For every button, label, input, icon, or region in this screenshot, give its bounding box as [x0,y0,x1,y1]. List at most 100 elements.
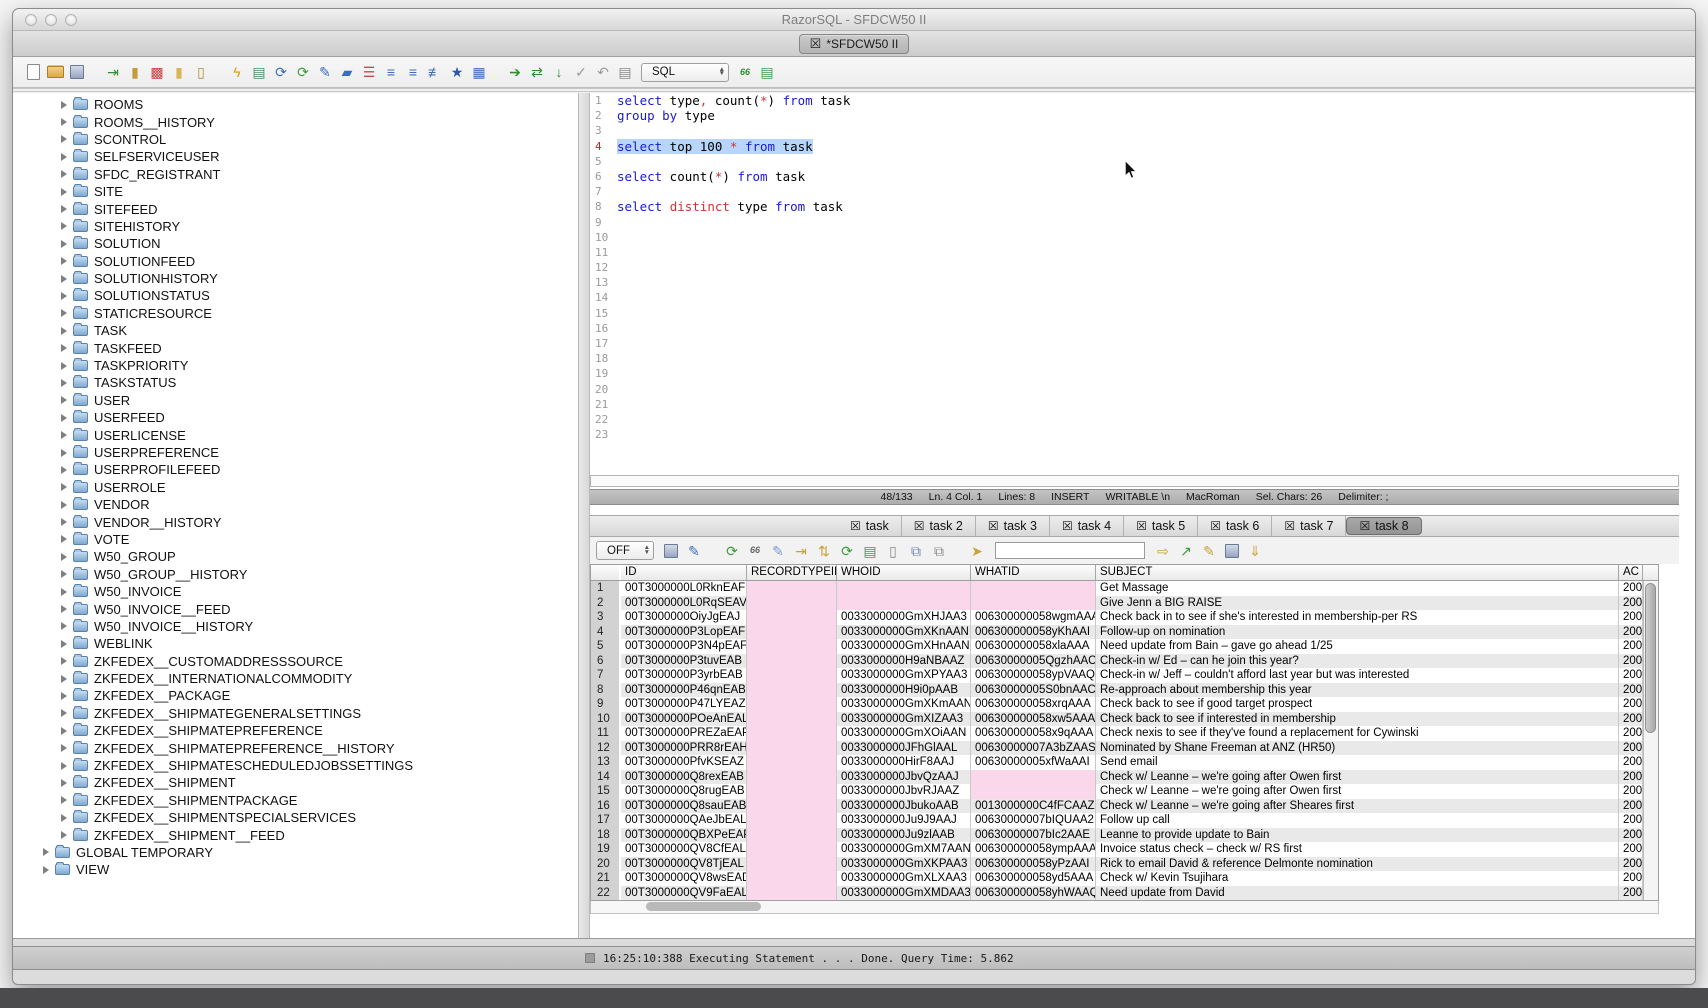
code-line[interactable]: 18 [590,351,1679,366]
tree-item-scontrol[interactable]: SCONTROL [13,131,578,148]
tab-close-icon[interactable]: ☒ [1062,519,1073,533]
code-line[interactable]: 10 [590,230,1679,245]
open-file-icon[interactable] [45,62,65,82]
tree-item-solutionhistory[interactable]: SOLUTIONHISTORY [13,270,578,287]
cell-whatid[interactable]: 006300000058yKhAAI [971,625,1096,640]
disclosure-triangle-icon[interactable] [61,605,67,613]
code-line[interactable]: 17 [590,336,1679,351]
check-syntax-icon[interactable]: ✓ [571,62,591,82]
cell-ac[interactable]: 200 [1619,625,1643,640]
tree-item-sitehistory[interactable]: SITEHISTORY [13,218,578,235]
result-tab-task-4[interactable]: ☒task 4 [1050,516,1124,536]
tree-item-rooms[interactable]: ROOMS [13,96,578,113]
results-vertical-scrollbar[interactable] [1643,581,1658,900]
code-line[interactable]: 22 [590,412,1679,427]
disclosure-triangle-icon[interactable] [61,622,67,630]
cell-whatid[interactable]: 0013000000C4fFCAAZ [971,799,1096,814]
column-header-id[interactable]: ID [621,565,747,580]
disclosure-triangle-icon[interactable] [61,518,67,526]
column-header-whatid[interactable]: WHATID [971,565,1096,580]
table-row[interactable]: 1200T3000000PRR8rEAH0033000000JFhGlAAL00… [591,741,1658,756]
disclosure-triangle-icon[interactable] [61,414,67,422]
cell-id[interactable]: 00T3000000P3N4pEAF [621,639,747,654]
connect-icon[interactable]: ⇥ [103,62,123,82]
tree-item-taskpriority[interactable]: TASKPRIORITY [13,357,578,374]
cell-whatid[interactable]: 006300000058ympAAA [971,842,1096,857]
cell-ac[interactable]: 200 [1619,697,1643,712]
tab-close-icon[interactable]: ☒ [988,519,999,533]
cell-whatid[interactable]: 00630000005QgzhAAC [971,654,1096,669]
cell-ac[interactable]: 200 [1619,842,1643,857]
tree-item-sitefeed[interactable]: SITEFEED [13,200,578,217]
cell-whatid[interactable]: 006300000058yhWAAQ [971,886,1096,901]
help-book-icon[interactable]: ▰ [337,62,357,82]
tree-item-sfdc_registrant[interactable]: SFDC_REGISTRANT [13,166,578,183]
code-line[interactable]: 15 [590,306,1679,321]
code-line[interactable]: 9 [590,215,1679,230]
column-header-ac[interactable]: AC [1619,565,1643,580]
cell-subject[interactable]: Leanne to provide update to Bain [1096,828,1619,843]
cell-recordtypeid[interactable] [747,886,837,901]
cell-whatid[interactable]: 00630000005S0bnAAC [971,683,1096,698]
cell-whoid[interactable]: 0033000000GmXLXAA3 [837,871,971,886]
table-row[interactable]: 2000T3000000QV8TjEAL0033000000GmXKPAA300… [591,857,1658,872]
cell-whoid[interactable]: 0033000000GmXKmAAN [837,697,971,712]
pane-divider-stripe[interactable] [13,88,1695,93]
disclosure-triangle-icon[interactable] [61,501,67,509]
result-tab-task-2[interactable]: ☒task 2 [902,516,976,536]
tree-item-vendor[interactable]: VENDOR [13,496,578,513]
cell-whatid[interactable]: 006300000058wgmAAA [971,610,1096,625]
tree-item-userlicense[interactable]: USERLICENSE [13,426,578,443]
cell-recordtypeid[interactable] [747,871,837,886]
cell-whatid[interactable]: 006300000058xrqAAA [971,697,1096,712]
describe-table-icon[interactable]: ▤ [249,62,269,82]
refresh-icon[interactable]: ⟳ [293,62,313,82]
disclosure-triangle-icon[interactable] [61,431,67,439]
tree-item-w50_invoice[interactable]: W50_INVOICE [13,583,578,600]
disclosure-triangle-icon[interactable] [61,762,67,770]
cell-recordtypeid[interactable] [747,697,837,712]
cell-subject[interactable]: Check w/ Leanne – we're going after Shea… [1096,799,1619,814]
cell-whoid[interactable]: 0033000000GmXM7AAN [837,842,971,857]
split-handle[interactable] [579,88,590,938]
sql-history-icon[interactable]: ☰ [359,62,379,82]
cell-whatid[interactable]: 006300000058ypVAAQ [971,668,1096,683]
cell-subject[interactable]: Check w/ Leanne – we're going after Owen… [1096,784,1619,799]
disclosure-triangle-icon[interactable] [61,101,67,109]
disclosure-triangle-icon[interactable] [61,309,67,317]
cell-whatid[interactable]: 00630000007bIc2AAE [971,828,1096,843]
copy-results-icon[interactable]: ⧉ [906,541,926,561]
tree-item-staticresource[interactable]: STATICRESOURCE [13,305,578,322]
disclosure-triangle-icon[interactable] [61,535,67,543]
vertical-scroll-thumb[interactable] [1645,583,1656,733]
tree-item-taskstatus[interactable]: TASKSTATUS [13,374,578,391]
cell-id[interactable]: 00T3000000P46qnEAB [621,683,747,698]
close-window-button[interactable] [25,14,37,26]
cell-whatid[interactable]: 006300000058yPzAAI [971,857,1096,872]
disclosure-triangle-icon[interactable] [61,588,67,596]
disclosure-triangle-icon[interactable] [61,153,67,161]
disclosure-triangle-icon[interactable] [61,205,67,213]
cell-recordtypeid[interactable] [747,639,837,654]
tree-item-zkfedex__shipment__feed[interactable]: ZKFEDEX__SHIPMENT__FEED [13,826,578,843]
tree-item-vote[interactable]: VOTE [13,531,578,548]
cell-ac[interactable]: 200 [1619,871,1643,886]
cell-ac[interactable]: 200 [1619,784,1643,799]
cell-subject[interactable]: Check back to see if interested in membe… [1096,712,1619,727]
cell-recordtypeid[interactable] [747,581,837,596]
cell-whoid[interactable]: 0033000000H9i0pAAB [837,683,971,698]
tree-item-zkfedex__shipmatescheduledjobssettings[interactable]: ZKFEDEX__SHIPMATESCHEDULEDJOBSSETTINGS [13,757,578,774]
cell-subject[interactable]: Re-approach about membership this year [1096,683,1619,698]
disclosure-triangle-icon[interactable] [61,379,67,387]
cell-id[interactable]: 00T3000000Q8rugEAB [621,784,747,799]
cell-whoid[interactable]: 0033000000JbvRJAAZ [837,784,971,799]
tree-item-zkfedex__customaddresssource[interactable]: ZKFEDEX__CUSTOMADDRESSSOURCE [13,653,578,670]
table-row[interactable]: 700T3000000P3yrbEAB0033000000GmXPYAA3006… [591,668,1658,683]
undo-icon[interactable]: ↶ [593,62,613,82]
table-row[interactable]: 800T3000000P46qnEAB0033000000H9i0pAAB006… [591,683,1658,698]
results-horizontal-scrollbar[interactable] [590,901,1659,914]
code-line[interactable]: 20 [590,382,1679,397]
table-row[interactable]: 200T3000000L0RqSEAVGive Jenn a BIG RAISE… [591,596,1658,611]
table-row[interactable]: 1000T3000000POeAnEAL0033000000GmXIZAA300… [591,712,1658,727]
cell-subject[interactable]: Get Massage [1096,581,1619,596]
